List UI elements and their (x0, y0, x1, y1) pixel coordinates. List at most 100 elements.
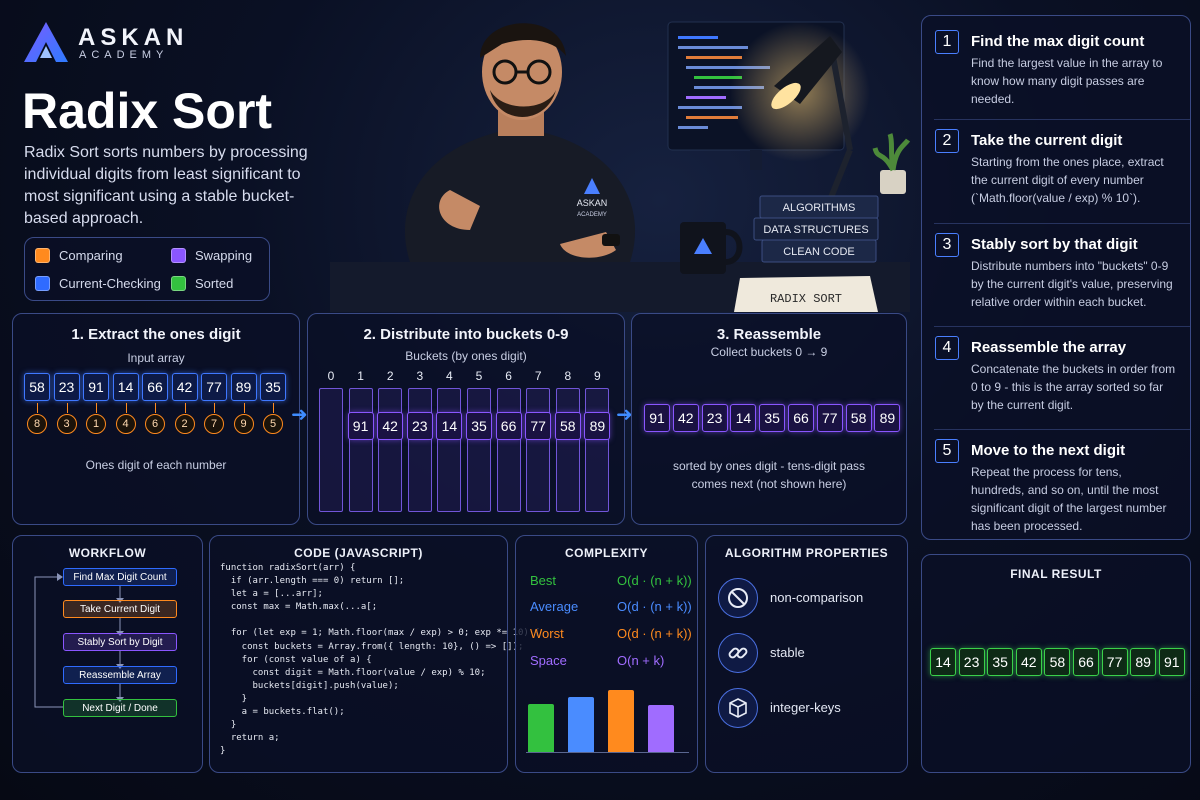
bucket-item: 66 (495, 412, 522, 440)
reassemble-caption-2: comes next (not shown here) (691, 477, 847, 491)
step-divider (934, 326, 1190, 327)
step-description: Distribute numbers into "buckets" 0-9 by… (971, 259, 1173, 309)
digit-connector (273, 403, 274, 413)
bucket-index: 1 (357, 369, 364, 383)
bucket-item: 35 (466, 412, 492, 440)
workflow-step: Stably Sort by Digit (63, 633, 177, 651)
code-line: } (220, 720, 237, 731)
final-cell: 89 (1130, 648, 1157, 676)
reassembled-cell: 23 (701, 404, 728, 432)
code-line: return a; (220, 733, 280, 744)
final-cell: 58 (1044, 648, 1071, 676)
extract-subtitle: Input array (127, 351, 185, 365)
ones-digit: 5 (263, 414, 283, 434)
bucket-item: 89 (584, 412, 611, 440)
bucket-index: 2 (386, 369, 394, 383)
bucket-item: 58 (554, 412, 581, 440)
array-cell: 35 (260, 373, 286, 401)
reassembled-cell: 77 (816, 404, 843, 432)
brand-subtitle: ACADEMY (79, 49, 169, 61)
array-cell: 14 (112, 373, 139, 401)
bucket-index: 7 (534, 369, 542, 383)
steps-panel: 1 Find the max digit count Find the larges… (921, 15, 1191, 540)
legend-swatch (35, 248, 50, 263)
bucket-3 (407, 388, 432, 512)
step-description: Find the largest value in the array to k… (971, 56, 1163, 106)
code-line: const digit = Math.floor(value / exp) % … (220, 667, 486, 678)
code-line: for (const value of a) { (220, 654, 372, 665)
step-title: Move to the next digit (971, 442, 1126, 459)
bucket-2 (378, 388, 403, 512)
complexity-bar (528, 704, 554, 752)
complexity-value: O(d · (n + k)) (617, 626, 692, 641)
legend-sorted: Sorted (171, 276, 233, 291)
bucket-index: 8 (564, 369, 572, 383)
array-cell: 89 (230, 373, 257, 401)
reassembled-cell: 91 (644, 404, 670, 432)
ones-digit: 6 (145, 414, 165, 434)
reassemble-panel: 3. Reassemble Collect buckets 0 → 9 91 42… (631, 313, 907, 525)
complexity-label: Space (530, 653, 567, 668)
instructor-avatar: ASKAN ACADEMY (404, 23, 636, 262)
digit-connector (66, 403, 68, 413)
notepad: RADIX SORT (734, 276, 878, 312)
complexity-bar (608, 690, 634, 752)
legend-label: Sorted (195, 276, 234, 291)
ones-digit: 8 (27, 414, 47, 434)
extract-title: 1. Extract the ones digit (71, 326, 241, 343)
complexity-value: O(d · (n + k)) (617, 573, 692, 588)
step-number: 2 (935, 129, 959, 153)
chart-baseline (526, 752, 689, 753)
complexity-bar (648, 705, 674, 752)
complexity-label: Average (530, 599, 579, 614)
hero-illustration: ALGORITHMS DATA STRUCTURES CLEAN CODE RA… (330, 21, 910, 312)
complexity-panel: COMPLEXITY Best O(d · (n + k)) Average O(d … (515, 535, 698, 773)
step-number: 1 (935, 30, 959, 54)
color-legend: Comparing Swapping Current-Checking Sort… (24, 237, 270, 301)
bucket-1 (348, 388, 373, 512)
reassemble-caption-1: sorted by ones digit - tens-digit pass (672, 459, 866, 473)
page-title: Radix Sort (22, 83, 273, 139)
final-cell: 23 (958, 648, 985, 676)
workflow-step: Find Max Digit Count (63, 568, 177, 586)
code-line: const max = Math.max(...a[; (220, 602, 378, 613)
complexity-title: COMPLEXITY (564, 546, 648, 560)
array-cell: 58 (24, 373, 50, 401)
final-cell: 42 (1015, 648, 1042, 676)
bucket-7 (526, 388, 551, 512)
digit-connector (184, 403, 186, 413)
workflow-panel: WORKFLOW Find Max Digit Count Take Curren… (12, 535, 203, 773)
bucket-8 (555, 388, 580, 512)
step-title: Reassemble the array (971, 339, 1127, 356)
code-title: CODE (JAVASCRIPT) (294, 546, 423, 560)
desk-lamp (730, 22, 870, 202)
bucket-6 (496, 388, 521, 512)
final-cell: 14 (930, 648, 956, 676)
legend-label: Comparing (59, 248, 123, 263)
book-stack: ALGORITHMS DATA STRUCTURES CLEAN CODE (753, 195, 879, 263)
legend-swatch (35, 276, 50, 291)
step-number: 3 (935, 233, 959, 257)
bucket-4 (437, 388, 462, 512)
reassemble-subtitle: Collect buckets 0 → 9 (710, 345, 828, 359)
reassembled-cell: 66 (788, 404, 814, 432)
complexity-label: Worst (530, 626, 564, 641)
property-label: stable (770, 645, 805, 660)
ones-digit: 9 (233, 414, 254, 434)
code-line: const buckets = Array.from({ length: 10}… (220, 641, 524, 652)
hoodie-brand: ASKAN (577, 198, 608, 208)
code-line: buckets[digit].push(value); (220, 680, 399, 691)
book-title: CLEAN CODE (783, 246, 855, 258)
ones-digit: 2 (174, 414, 195, 434)
extract-panel: 1. Extract the ones digit Input array 58… (12, 313, 300, 525)
bucket-index: 4 (446, 369, 453, 383)
properties-panel: ALGORITHM PROPERTIES non-comparison stab… (705, 535, 908, 773)
code-line: function radixSort(arr) { (220, 563, 356, 573)
final-cell: 91 (1158, 648, 1185, 676)
prohibited-icon (718, 578, 758, 618)
bucket-0 (319, 388, 343, 512)
legend-comparing: Comparing (35, 248, 123, 263)
final-title: FINAL RESULT (1010, 567, 1102, 581)
array-cell: 42 (171, 373, 198, 401)
